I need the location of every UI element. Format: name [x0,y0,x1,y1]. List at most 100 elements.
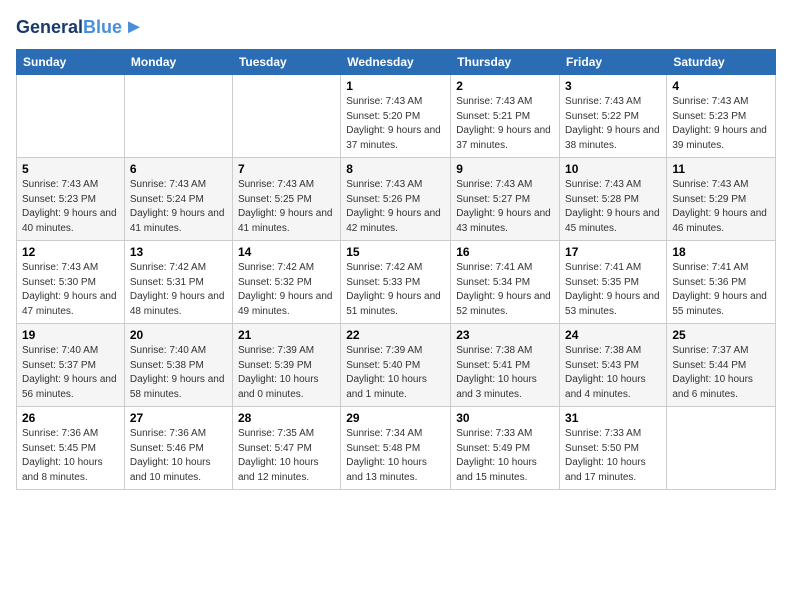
day-number: 10 [565,162,661,176]
day-info: Sunrise: 7:38 AM Sunset: 5:43 PM Dayligh… [565,344,661,402]
weekday-header-row: SundayMondayTuesdayWednesdayThursdayFrid… [17,50,776,75]
calendar-cell: 15Sunrise: 7:42 AM Sunset: 5:33 PM Dayli… [341,241,451,324]
calendar-cell [232,75,340,158]
day-info: Sunrise: 7:39 AM Sunset: 5:40 PM Dayligh… [346,344,445,402]
calendar-body: 1 Sunrise: 7:43 AM Sunset: 5:20 PM Daylig… [17,75,776,490]
day-number: 6 [130,162,227,176]
calendar-cell: 11 Sunrise: 7:43 AM Sunset: 5:29 PM Dayli… [667,158,776,241]
logo: GeneralBlue ► [16,16,144,39]
day-number: 12 [22,245,119,259]
day-number: 19 [22,328,119,342]
day-info: Sunrise: 7:33 AM Sunset: 5:50 PM Dayligh… [565,427,661,485]
day-info: Sunrise: 7:43 AM Sunset: 5:23 PM Dayligh… [672,95,770,153]
day-number: 17 [565,245,661,259]
weekday-header-thursday: Thursday [451,50,560,75]
weekday-header-sunday: Sunday [17,50,125,75]
day-info: Sunrise: 7:43 AM Sunset: 5:27 PM Dayligh… [456,178,554,236]
day-number: 8 [346,162,445,176]
day-info: Sunrise: 7:43 AM Sunset: 5:29 PM Dayligh… [672,178,770,236]
day-number: 22 [346,328,445,342]
calendar-cell: 9 Sunrise: 7:43 AM Sunset: 5:27 PM Daylig… [451,158,560,241]
day-info: Sunrise: 7:36 AM Sunset: 5:46 PM Dayligh… [130,427,227,485]
calendar-cell: 2 Sunrise: 7:43 AM Sunset: 5:21 PM Daylig… [451,75,560,158]
day-info: Sunrise: 7:35 AM Sunset: 5:47 PM Dayligh… [238,427,335,485]
day-number: 25 [672,328,770,342]
weekday-header-monday: Monday [124,50,232,75]
day-info: Sunrise: 7:42 AM Sunset: 5:31 PM Dayligh… [130,261,227,319]
calendar-cell: 4 Sunrise: 7:43 AM Sunset: 5:23 PM Daylig… [667,75,776,158]
calendar-cell: 20 Sunrise: 7:40 AM Sunset: 5:38 PM Dayli… [124,324,232,407]
weekday-header-wednesday: Wednesday [341,50,451,75]
calendar-cell: 3 Sunrise: 7:43 AM Sunset: 5:22 PM Daylig… [560,75,667,158]
day-number: 11 [672,162,770,176]
day-info: Sunrise: 7:43 AM Sunset: 5:25 PM Dayligh… [238,178,335,236]
day-number: 4 [672,79,770,93]
calendar-cell: 8 Sunrise: 7:43 AM Sunset: 5:26 PM Daylig… [341,158,451,241]
calendar-cell: 14 Sunrise: 7:42 AM Sunset: 5:32 PM Dayli… [232,241,340,324]
calendar-cell: 18Sunrise: 7:41 AM Sunset: 5:36 PM Dayli… [667,241,776,324]
day-info: Sunrise: 7:40 AM Sunset: 5:37 PM Dayligh… [22,344,119,402]
calendar-cell: 25 Sunrise: 7:37 AM Sunset: 5:44 PM Dayli… [667,324,776,407]
day-info: Sunrise: 7:43 AM Sunset: 5:23 PM Dayligh… [22,178,119,236]
calendar-cell: 29 Sunrise: 7:34 AM Sunset: 5:48 PM Dayli… [341,407,451,490]
day-info: Sunrise: 7:39 AM Sunset: 5:39 PM Dayligh… [238,344,335,402]
day-number: 24 [565,328,661,342]
day-info: Sunrise: 7:41 AM Sunset: 5:35 PM Dayligh… [565,261,661,319]
calendar-week-row: 1 Sunrise: 7:43 AM Sunset: 5:20 PM Daylig… [17,75,776,158]
day-number: 28 [238,411,335,425]
day-info: Sunrise: 7:43 AM Sunset: 5:22 PM Dayligh… [565,95,661,153]
calendar-cell: 13 Sunrise: 7:42 AM Sunset: 5:31 PM Dayli… [124,241,232,324]
calendar-cell: 28 Sunrise: 7:35 AM Sunset: 5:47 PM Dayli… [232,407,340,490]
calendar-week-row: 12 Sunrise: 7:43 AM Sunset: 5:30 PM Dayli… [17,241,776,324]
day-number: 14 [238,245,335,259]
day-number: 18 [672,245,770,259]
day-number: 29 [346,411,445,425]
day-info: Sunrise: 7:42 AM Sunset: 5:32 PM Dayligh… [238,261,335,319]
calendar-cell: 7Sunrise: 7:43 AM Sunset: 5:25 PM Daylig… [232,158,340,241]
weekday-header-friday: Friday [560,50,667,75]
calendar-cell [667,407,776,490]
day-number: 3 [565,79,661,93]
day-info: Sunrise: 7:43 AM Sunset: 5:30 PM Dayligh… [22,261,119,319]
calendar-header: SundayMondayTuesdayWednesdayThursdayFrid… [17,50,776,75]
day-info: Sunrise: 7:43 AM Sunset: 5:21 PM Dayligh… [456,95,554,153]
day-number: 30 [456,411,554,425]
calendar-cell: 27 Sunrise: 7:36 AM Sunset: 5:46 PM Dayli… [124,407,232,490]
calendar-cell: 21 Sunrise: 7:39 AM Sunset: 5:39 PM Dayli… [232,324,340,407]
calendar-cell [17,75,125,158]
logo-icon: ► [124,16,144,39]
calendar-cell [124,75,232,158]
calendar-cell: 26Sunrise: 7:36 AM Sunset: 5:45 PM Dayli… [17,407,125,490]
calendar-cell: 23Sunrise: 7:38 AM Sunset: 5:41 PM Dayli… [451,324,560,407]
day-number: 20 [130,328,227,342]
calendar-cell: 10Sunrise: 7:43 AM Sunset: 5:28 PM Dayli… [560,158,667,241]
day-info: Sunrise: 7:43 AM Sunset: 5:20 PM Dayligh… [346,95,445,153]
day-info: Sunrise: 7:40 AM Sunset: 5:38 PM Dayligh… [130,344,227,402]
day-number: 27 [130,411,227,425]
calendar-cell: 31Sunrise: 7:33 AM Sunset: 5:50 PM Dayli… [560,407,667,490]
calendar-cell: 6Sunrise: 7:43 AM Sunset: 5:24 PM Daylig… [124,158,232,241]
day-info: Sunrise: 7:41 AM Sunset: 5:34 PM Dayligh… [456,261,554,319]
calendar-cell: 22 Sunrise: 7:39 AM Sunset: 5:40 PM Dayli… [341,324,451,407]
day-number: 23 [456,328,554,342]
day-info: Sunrise: 7:33 AM Sunset: 5:49 PM Dayligh… [456,427,554,485]
day-number: 13 [130,245,227,259]
calendar-week-row: 19 Sunrise: 7:40 AM Sunset: 5:37 PM Dayli… [17,324,776,407]
calendar-week-row: 5Sunrise: 7:43 AM Sunset: 5:23 PM Daylig… [17,158,776,241]
weekday-header-tuesday: Tuesday [232,50,340,75]
calendar-cell: 19 Sunrise: 7:40 AM Sunset: 5:37 PM Dayli… [17,324,125,407]
day-number: 2 [456,79,554,93]
calendar-cell: 5Sunrise: 7:43 AM Sunset: 5:23 PM Daylig… [17,158,125,241]
day-number: 15 [346,245,445,259]
day-info: Sunrise: 7:43 AM Sunset: 5:26 PM Dayligh… [346,178,445,236]
day-number: 21 [238,328,335,342]
calendar-cell: 24 Sunrise: 7:38 AM Sunset: 5:43 PM Dayli… [560,324,667,407]
page-header: GeneralBlue ► [16,16,776,39]
calendar-table: SundayMondayTuesdayWednesdayThursdayFrid… [16,49,776,490]
day-number: 26 [22,411,119,425]
day-info: Sunrise: 7:34 AM Sunset: 5:48 PM Dayligh… [346,427,445,485]
day-info: Sunrise: 7:37 AM Sunset: 5:44 PM Dayligh… [672,344,770,402]
day-number: 1 [346,79,445,93]
day-number: 9 [456,162,554,176]
calendar-cell: 30 Sunrise: 7:33 AM Sunset: 5:49 PM Dayli… [451,407,560,490]
